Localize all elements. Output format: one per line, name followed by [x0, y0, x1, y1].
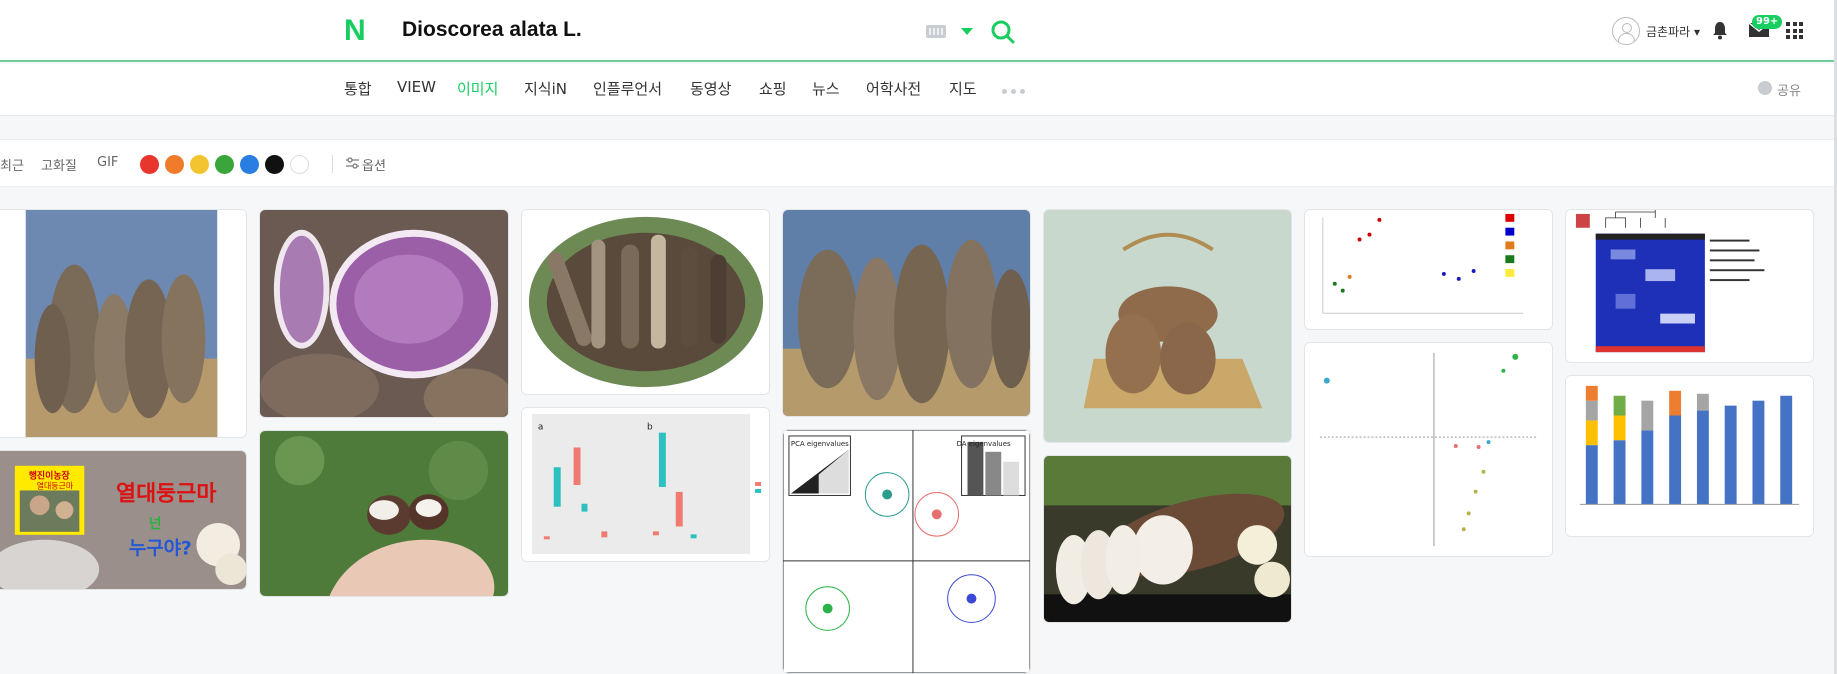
options-button[interactable]: 옵션 [362, 155, 386, 174]
tab-news[interactable]: 뉴스 [812, 78, 840, 99]
avatar[interactable] [1612, 17, 1640, 45]
naver-logo[interactable]: N [344, 16, 372, 46]
filter-high-quality[interactable]: 고화질 [41, 155, 77, 174]
chart-label: DA eigenvalues [957, 440, 1011, 448]
mail-count-badge: 99+ [1752, 15, 1783, 29]
image-result[interactable] [1304, 342, 1553, 557]
image-result[interactable] [521, 209, 770, 395]
image-result[interactable] [1043, 455, 1292, 623]
search-icon[interactable] [990, 19, 1016, 45]
filter-gif[interactable]: GIF [97, 155, 118, 170]
keyboard-icon[interactable] [926, 25, 946, 38]
color-blue-swatch[interactable] [240, 155, 259, 174]
tab-view[interactable]: VIEW [397, 78, 436, 96]
search-results-page: N Dioscorea alata L. 금촌파라 ▾ 99+ 통합 VIEW … [0, 0, 1837, 674]
thumb-overlay-text: 행진이농장 [29, 470, 71, 482]
image-result[interactable] [782, 209, 1031, 417]
tab-shopping[interactable]: 쇼핑 [759, 78, 787, 99]
image-result[interactable] [1304, 209, 1553, 330]
share-icon[interactable] [1758, 81, 1772, 95]
share-button[interactable]: 공유 [1777, 80, 1801, 99]
image-result[interactable] [259, 209, 509, 418]
bell-icon[interactable] [1711, 20, 1729, 40]
thumb-overlay-text: 넌 [149, 516, 162, 532]
options-icon[interactable] [346, 157, 359, 170]
thumb-overlay-text: 열대둥근마 [116, 481, 216, 506]
color-yellow-swatch[interactable] [190, 155, 209, 174]
header: N Dioscorea alata L. 금촌파라 ▾ 99+ [0, 0, 1837, 62]
more-tabs-icon[interactable] [1002, 89, 1025, 94]
thumb-overlay-text: 열대둥근마 [37, 481, 74, 490]
color-green-swatch[interactable] [215, 155, 234, 174]
image-result[interactable] [259, 430, 509, 597]
panel-label: a [538, 423, 543, 433]
tab-integrated[interactable]: 통합 [344, 78, 372, 99]
image-result[interactable]: a b [521, 407, 770, 562]
apps-grid-icon[interactable] [1786, 22, 1803, 39]
image-result[interactable] [1043, 209, 1292, 443]
color-white-swatch[interactable] [290, 155, 309, 174]
image-result[interactable] [1565, 375, 1814, 537]
tab-map[interactable]: 지도 [949, 78, 977, 99]
filter-bar: 최근 고화질 GIF 옵션 [0, 139, 1837, 187]
tab-dictionary[interactable]: 어학사전 [866, 78, 921, 99]
tab-influencer[interactable]: 인플루언서 [593, 78, 662, 99]
color-black-swatch[interactable] [265, 155, 284, 174]
tab-images[interactable]: 이미지 [457, 78, 498, 99]
image-result[interactable] [0, 209, 247, 438]
panel-label: b [647, 423, 653, 433]
chevron-down-icon[interactable] [961, 28, 973, 35]
color-red-swatch[interactable] [140, 155, 159, 174]
search-tabs: 통합 VIEW 이미지 지식iN 인플루언서 동영상 쇼핑 뉴스 어학사전 지도… [0, 64, 1837, 116]
chart-label: PCA eigenvalues [791, 440, 849, 448]
tab-video[interactable]: 동영상 [690, 78, 731, 99]
divider [332, 155, 333, 173]
search-query[interactable]: Dioscorea alata L. [402, 18, 582, 42]
tab-kin[interactable]: 지식iN [524, 78, 567, 99]
color-orange-swatch[interactable] [165, 155, 184, 174]
image-result[interactable] [1565, 209, 1814, 363]
image-grid: 행진이농장 열대둥근마 열대둥근마 넌 누구야? a b PCA eigenva… [0, 187, 1837, 674]
image-result[interactable]: PCA eigenvalues DA eigenvalues [782, 429, 1031, 674]
thumb-overlay-text: 누구야? [129, 538, 192, 560]
user-name[interactable]: 금촌파라 ▾ [1646, 23, 1700, 40]
filter-recent[interactable]: 최근 [0, 155, 24, 174]
image-result[interactable]: 행진이농장 열대둥근마 열대둥근마 넌 누구야? [0, 450, 247, 590]
